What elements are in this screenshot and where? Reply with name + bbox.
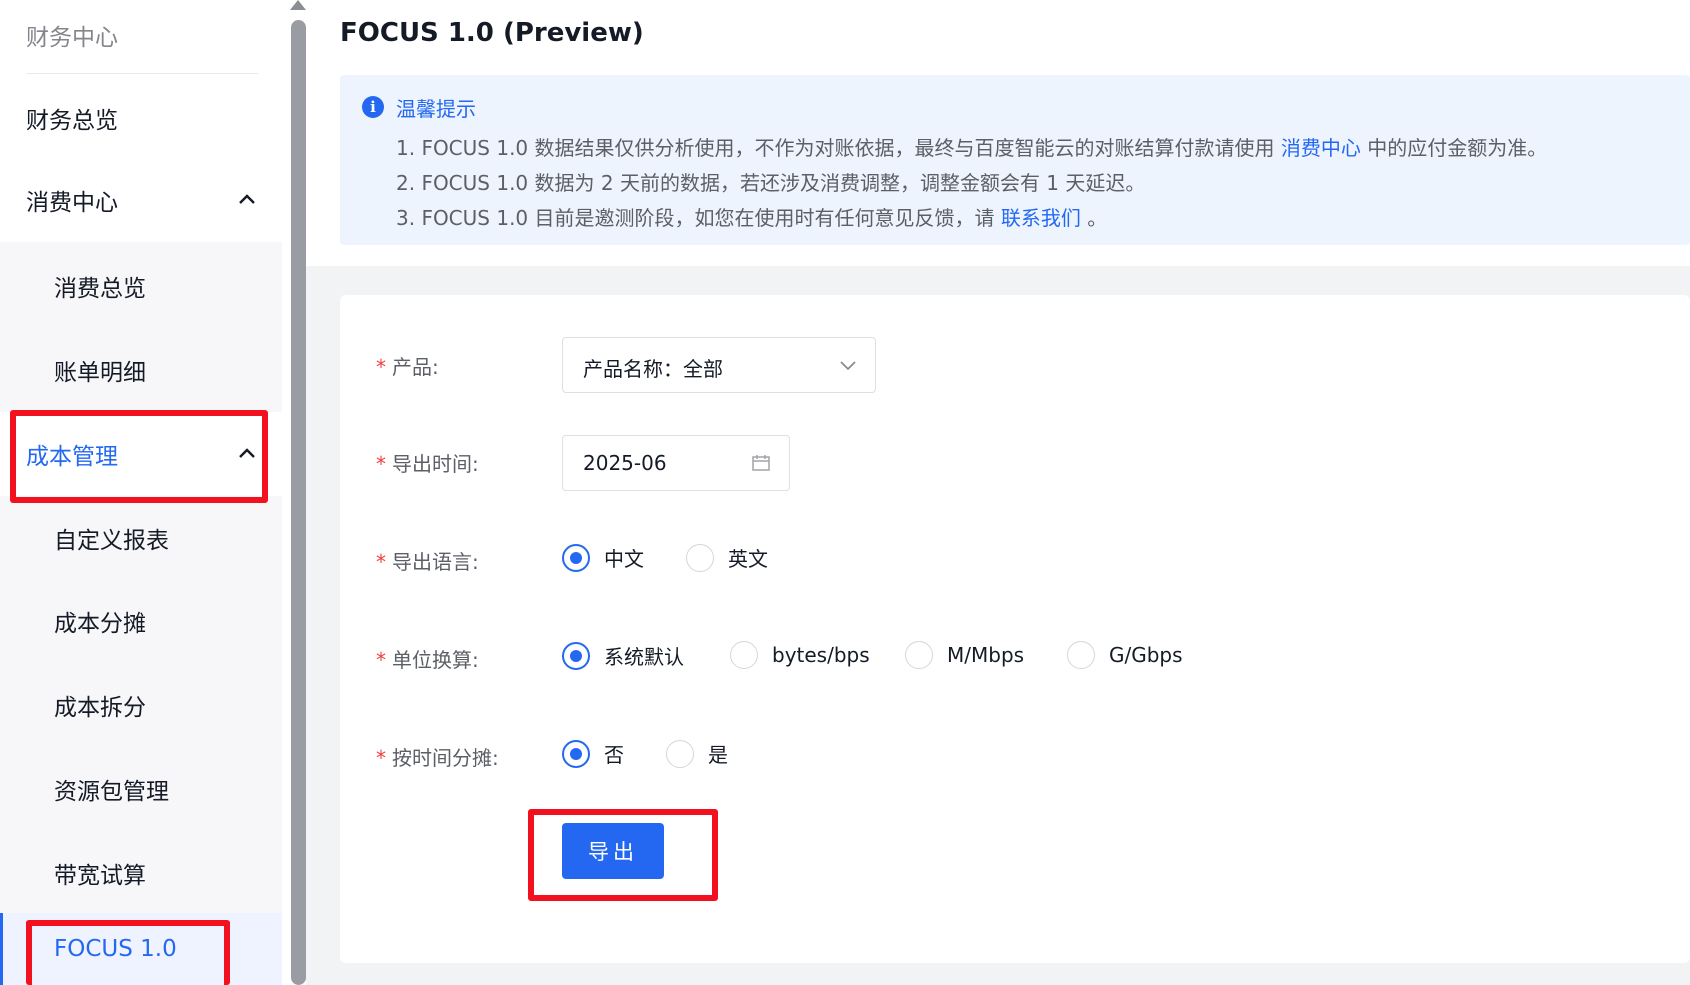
sidebar-divider bbox=[26, 73, 258, 74]
scroll-up-arrow-icon[interactable] bbox=[290, 0, 306, 10]
unit-radio-gbps[interactable]: G/Gbps bbox=[1067, 641, 1183, 669]
notice-text: 1. FOCUS 1.0 数据结果仅供分析使用，不作为对账依据，最终与百度智能云… bbox=[396, 136, 1281, 160]
radio-label: 中文 bbox=[604, 547, 644, 571]
page-header: FOCUS 1.0 (Preview) i 温馨提示 1. FOCUS 1.0 … bbox=[306, 0, 1690, 266]
sidebar-item-finance-overview[interactable]: 财务总览 bbox=[0, 76, 282, 160]
sidebar-item-label: 自定义报表 bbox=[54, 528, 169, 554]
sidebar-item-bandwidth-calc[interactable]: 带宽试算 bbox=[0, 831, 282, 915]
consumption-center-link[interactable]: 消费中心 bbox=[1281, 136, 1361, 160]
notice-text: 3. FOCUS 1.0 目前是邀测阶段，如您在使用时有任何意见反馈，请 bbox=[396, 206, 1001, 230]
sidebar-item-consumption-center[interactable]: 消费中心 bbox=[0, 158, 282, 242]
language-radio-english[interactable]: 英文 bbox=[686, 543, 768, 572]
language-radio-chinese[interactable]: 中文 bbox=[562, 543, 644, 572]
notice-title: 温馨提示 bbox=[396, 97, 476, 121]
label-text: 按时间分摊: bbox=[392, 746, 499, 770]
sidebar-item-label: 带宽试算 bbox=[54, 863, 146, 889]
info-icon: i bbox=[362, 96, 384, 118]
split-radio-no[interactable]: 否 bbox=[562, 739, 624, 768]
radio-circle bbox=[562, 739, 590, 768]
notice-text: 中的应付金额为准。 bbox=[1360, 136, 1548, 160]
radio-circle bbox=[905, 641, 933, 669]
contact-us-link[interactable]: 联系我们 bbox=[1001, 206, 1081, 230]
radio-label: 是 bbox=[708, 743, 728, 767]
label-text: 单位换算: bbox=[392, 648, 479, 672]
export-time-label: * 导出时间: bbox=[376, 448, 479, 477]
radio-label: bytes/bps bbox=[772, 643, 870, 667]
radio-circle bbox=[1067, 641, 1095, 669]
sidebar-item-resource-package[interactable]: 资源包管理 bbox=[0, 747, 282, 831]
radio-circle bbox=[562, 641, 590, 670]
split-radio-yes[interactable]: 是 bbox=[666, 739, 728, 768]
export-month-picker[interactable]: 2025-06 bbox=[562, 435, 790, 491]
sidebar-item-label: 成本拆分 bbox=[54, 695, 146, 721]
sidebar-item-label: 成本分摊 bbox=[54, 611, 146, 637]
radio-label: M/Mbps bbox=[947, 643, 1025, 667]
notice-line-2: 2. FOCUS 1.0 数据为 2 天前的数据，若还涉及消费调整，调整金额会有… bbox=[396, 171, 1146, 195]
export-language-label: * 导出语言: bbox=[376, 546, 479, 575]
notice-box: i 温馨提示 1. FOCUS 1.0 数据结果仅供分析使用，不作为对账依据，最… bbox=[340, 75, 1690, 245]
radio-label: 否 bbox=[604, 743, 624, 767]
radio-label: 英文 bbox=[728, 547, 768, 571]
sidebar-item-label: 消费总览 bbox=[54, 276, 146, 302]
chevron-down-icon bbox=[840, 361, 856, 371]
notice-line-1: 1. FOCUS 1.0 数据结果仅供分析使用，不作为对账依据，最终与百度智能云… bbox=[396, 132, 1547, 161]
sidebar-item-label: 账单明细 bbox=[54, 360, 146, 386]
sidebar-item-cost-management[interactable]: 成本管理 bbox=[0, 412, 282, 496]
product-select-value: 产品名称：全部 bbox=[583, 357, 723, 381]
chevron-up-icon bbox=[239, 448, 255, 458]
product-select[interactable]: 产品名称：全部 bbox=[562, 337, 876, 393]
required-mark: * bbox=[376, 648, 386, 672]
product-label: * 产品: bbox=[376, 351, 439, 380]
sidebar: 财务中心 财务总览 消费中心 消费总览 账单明细 成本管理 自定义报表 成本分摊… bbox=[0, 0, 282, 985]
sidebar-item-consumption-overview[interactable]: 消费总览 bbox=[0, 244, 282, 328]
radio-circle bbox=[562, 543, 590, 572]
label-text: 导出时间: bbox=[392, 452, 479, 476]
label-text: 产品: bbox=[392, 355, 439, 379]
unit-radio-bytes[interactable]: bytes/bps bbox=[730, 641, 870, 669]
sidebar-scrollbar-thumb[interactable] bbox=[291, 20, 306, 985]
unit-radio-default[interactable]: 系统默认 bbox=[562, 641, 684, 670]
radio-circle bbox=[666, 739, 694, 768]
notice-line-3: 3. FOCUS 1.0 目前是邀测阶段，如您在使用时有任何意见反馈，请 联系我… bbox=[396, 202, 1107, 231]
sidebar-item-cost-split[interactable]: 成本拆分 bbox=[0, 663, 282, 747]
required-mark: * bbox=[376, 550, 386, 574]
sidebar-title: 财务中心 bbox=[26, 25, 118, 51]
notice-text: 。 bbox=[1080, 206, 1108, 230]
label-text: 导出语言: bbox=[392, 550, 479, 574]
sidebar-item-label: 成本管理 bbox=[26, 444, 118, 470]
sidebar-item-label: 消费中心 bbox=[26, 190, 118, 216]
required-mark: * bbox=[376, 746, 386, 770]
sidebar-item-bill-details[interactable]: 账单明细 bbox=[0, 328, 282, 412]
sidebar-item-label: 财务总览 bbox=[26, 108, 118, 134]
split-by-time-label: * 按时间分摊: bbox=[376, 742, 499, 771]
sidebar-item-focus[interactable]: FOCUS 1.0 bbox=[0, 913, 282, 985]
calendar-icon bbox=[752, 455, 770, 471]
export-form-card: * 产品: 产品名称：全部 * 导出时间: 2025-06 * 导出语言: 中文 英文… bbox=[340, 295, 1690, 963]
unit-radio-mbps[interactable]: M/Mbps bbox=[905, 641, 1024, 669]
radio-label: G/Gbps bbox=[1109, 643, 1183, 667]
required-mark: * bbox=[376, 355, 386, 379]
export-button[interactable]: 导出 bbox=[562, 823, 664, 879]
sidebar-item-label: FOCUS 1.0 bbox=[54, 936, 177, 962]
radio-circle bbox=[686, 543, 714, 572]
sidebar-item-custom-report[interactable]: 自定义报表 bbox=[0, 496, 282, 580]
radio-circle bbox=[730, 641, 758, 669]
page-title: FOCUS 1.0 (Preview) bbox=[340, 18, 644, 48]
main-content: FOCUS 1.0 (Preview) i 温馨提示 1. FOCUS 1.0 … bbox=[306, 0, 1690, 985]
required-mark: * bbox=[376, 452, 386, 476]
sidebar-item-cost-allocation[interactable]: 成本分摊 bbox=[0, 579, 282, 663]
radio-label: 系统默认 bbox=[604, 645, 684, 669]
export-month-value: 2025-06 bbox=[583, 451, 667, 475]
unit-conversion-label: * 单位换算: bbox=[376, 644, 479, 673]
sidebar-item-label: 资源包管理 bbox=[54, 779, 169, 805]
chevron-up-icon bbox=[239, 194, 255, 204]
